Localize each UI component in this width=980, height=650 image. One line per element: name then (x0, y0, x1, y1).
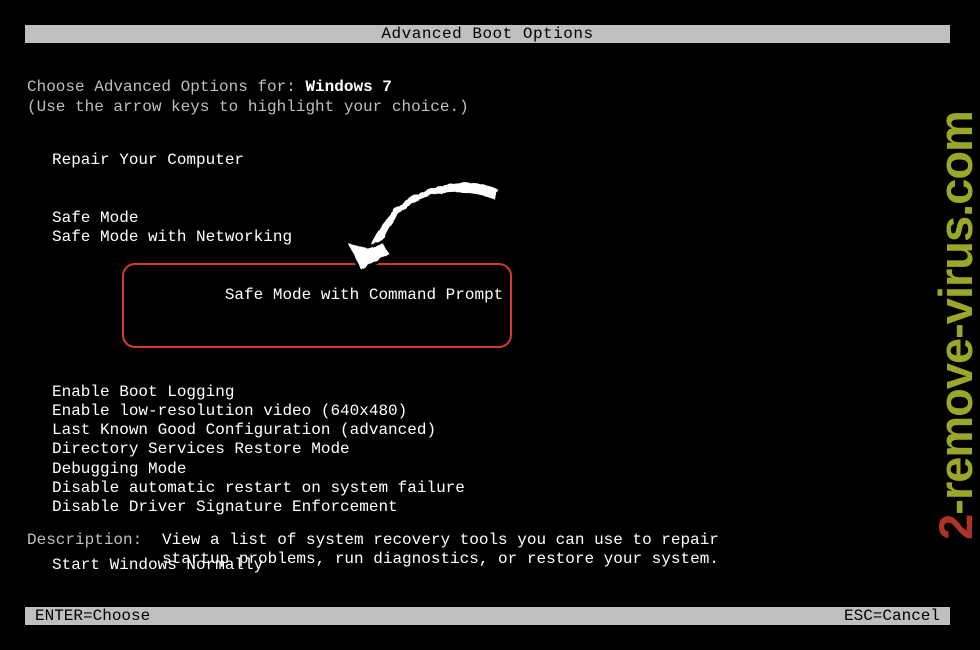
description-text: View a list of system recovery tools you… (162, 531, 722, 570)
content-area: Choose Advanced Options for: Windows 7 (… (25, 43, 950, 603)
menu-disable-auto-restart[interactable]: Disable automatic restart on system fail… (52, 479, 950, 498)
choose-line: Choose Advanced Options for: Windows 7 (27, 78, 950, 96)
footer-bar: ENTER=Choose ESC=Cancel (25, 607, 950, 625)
footer-enter-hint: ENTER=Choose (35, 607, 150, 625)
menu-safe-mode-networking[interactable]: Safe Mode with Networking (52, 228, 950, 247)
spacer (52, 170, 950, 189)
title-bar: Advanced Boot Options (25, 25, 950, 43)
menu-last-known-good[interactable]: Last Known Good Configuration (advanced) (52, 421, 950, 440)
menu-debugging-mode[interactable]: Debugging Mode (52, 460, 950, 479)
highlight-outline (122, 263, 512, 348)
description-block: Description: View a list of system recov… (27, 531, 722, 570)
spacer (52, 363, 950, 382)
hint-line: (Use the arrow keys to highlight your ch… (27, 98, 950, 116)
menu-low-res-video[interactable]: Enable low-resolution video (640x480) (52, 402, 950, 421)
spacer (52, 190, 950, 209)
title-text: Advanced Boot Options (381, 25, 593, 43)
menu-safe-mode-command-prompt[interactable]: Safe Mode with Command Prompt (52, 247, 950, 363)
menu-disable-driver-sig[interactable]: Disable Driver Signature Enforcement (52, 498, 950, 517)
menu-repair-computer[interactable]: Repair Your Computer (52, 151, 950, 170)
menu-enable-boot-logging[interactable]: Enable Boot Logging (52, 383, 950, 402)
boot-menu[interactable]: Repair Your Computer Safe Mode Safe Mode… (27, 151, 950, 576)
boot-screen: Advanced Boot Options Choose Advanced Op… (25, 25, 950, 625)
footer-esc-hint: ESC=Cancel (844, 607, 940, 625)
description-label: Description: (27, 531, 162, 570)
menu-safe-mode-command-prompt-label: Safe Mode with Command Prompt (225, 286, 503, 304)
menu-directory-services-restore[interactable]: Directory Services Restore Mode (52, 440, 950, 459)
menu-safe-mode[interactable]: Safe Mode (52, 209, 950, 228)
choose-prefix: Choose Advanced Options for: (27, 78, 305, 96)
os-name: Windows 7 (305, 78, 391, 96)
highlighted-option: Safe Mode with Command Prompt (129, 267, 503, 344)
